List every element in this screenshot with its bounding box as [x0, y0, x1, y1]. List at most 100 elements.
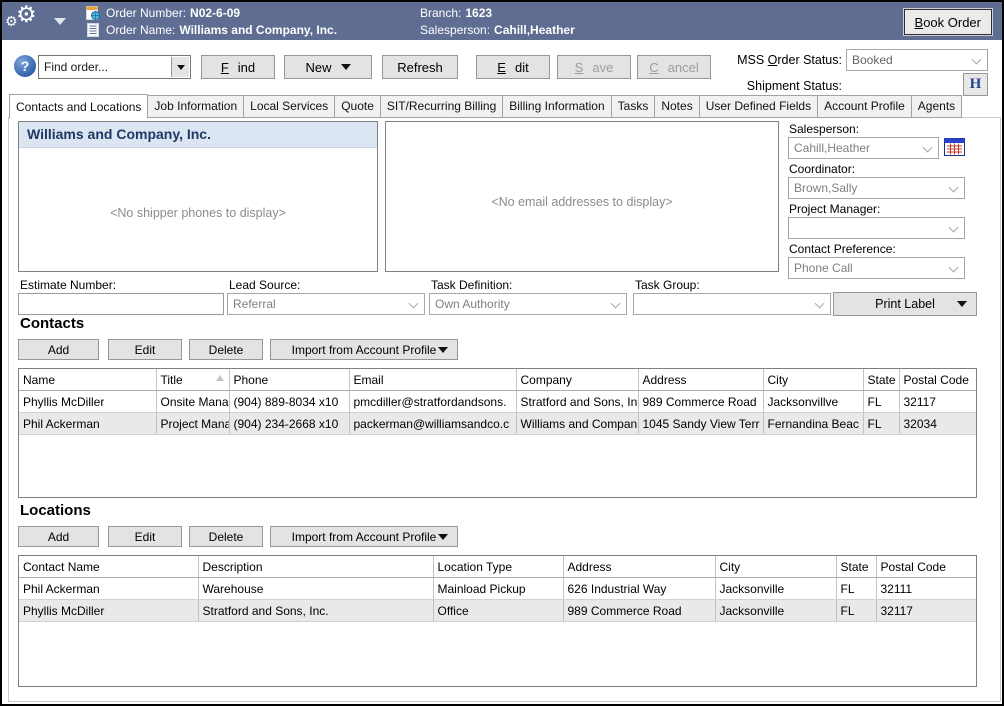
cell-address: 1045 Sandy View Terr [638, 413, 763, 435]
mss-order-status-label: MSS Order Status: [728, 53, 842, 67]
order-number-value: N02-6-09 [190, 6, 240, 20]
chevron-down-icon [972, 55, 982, 65]
new-button[interactable]: New [284, 55, 372, 79]
contacts-header-row: Name Title Phone Email Company Address C… [19, 369, 976, 391]
tab-notes[interactable]: Notes [654, 95, 699, 118]
locations-col-description[interactable]: Description [198, 556, 433, 578]
contacts-add-button[interactable]: Add [18, 339, 99, 360]
edit-button[interactable]: Edit [476, 55, 550, 79]
contacts-col-state[interactable]: State [863, 369, 899, 391]
contacts-col-title[interactable]: Title [156, 369, 229, 391]
tab-agents[interactable]: Agents [911, 95, 962, 118]
contact-preference-label: Contact Preference: [789, 242, 896, 256]
chevron-down-icon [54, 18, 66, 25]
locations-edit-button[interactable]: Edit [108, 526, 182, 547]
locations-col-location-type[interactable]: Location Type [433, 556, 563, 578]
save-button[interactable]: Save [557, 55, 631, 79]
contacts-col-postal[interactable]: Postal Code [899, 369, 976, 391]
estimate-number-input[interactable] [18, 293, 224, 315]
contacts-row-2[interactable]: Phil Ackerman Project Mana (904) 234-266… [19, 413, 976, 435]
find-button[interactable]: Find [201, 55, 275, 79]
tab-user-defined-fields[interactable]: User Defined Fields [699, 95, 818, 118]
header-bar: ⚙ ⚙ Order Number:N02-6-09 Order Name:Wil… [2, 2, 1002, 40]
salesperson-select[interactable]: Cahill,Heather [788, 137, 939, 159]
triangle-down-icon [438, 347, 448, 353]
mss-order-status-value: Booked [852, 53, 893, 67]
chevron-down-icon [949, 263, 959, 273]
cell-address: 989 Commerce Road [563, 600, 715, 622]
find-order-dropdown-button[interactable] [171, 57, 189, 77]
order-name-value: Williams and Company, Inc. [179, 23, 337, 37]
help-icon[interactable]: ? [14, 55, 36, 77]
contacts-col-title-label: Title [161, 373, 183, 387]
tab-account-profile[interactable]: Account Profile [817, 95, 912, 118]
tab-billing-information[interactable]: Billing Information [502, 95, 611, 118]
refresh-button[interactable]: Refresh [382, 55, 458, 79]
tab-contacts-and-locations[interactable]: Contacts and Locations [9, 94, 148, 119]
contacts-delete-button[interactable]: Delete [189, 339, 263, 360]
tab-tasks[interactable]: Tasks [611, 95, 656, 118]
find-order-combobox[interactable]: Find order... [38, 55, 191, 79]
tab-local-services[interactable]: Local Services [243, 95, 335, 118]
contacts-edit-button[interactable]: Edit [108, 339, 182, 360]
salesperson-value: Cahill,Heather [794, 141, 870, 155]
locations-col-city[interactable]: City [715, 556, 836, 578]
header-salesperson-value: Cahill,Heather [494, 23, 575, 37]
cell-email: pmcdiller@stratfordandsons. [349, 391, 516, 413]
locations-row-2[interactable]: Phyllis McDiller Stratford and Sons, Inc… [19, 600, 977, 622]
task-definition-select[interactable]: Own Authority [429, 293, 627, 315]
tab-sit-recurring-billing[interactable]: SIT/Recurring Billing [380, 95, 503, 118]
sort-ascending-icon [216, 375, 224, 381]
tab-strip: Contacts and Locations Job Information L… [10, 94, 962, 118]
contacts-col-name[interactable]: Name [19, 369, 156, 391]
locations-row-1[interactable]: Phil Ackerman Warehouse Mainload Pickup … [19, 578, 977, 600]
shipment-status-label: Shipment Status: [728, 79, 842, 93]
locations-col-state[interactable]: State [836, 556, 876, 578]
calendar-icon[interactable] [944, 138, 965, 159]
project-manager-select[interactable] [788, 217, 965, 239]
contact-preference-select[interactable]: Phone Call [788, 257, 965, 279]
locations-heading: Locations [20, 502, 91, 519]
locations-col-postal[interactable]: Postal Code [876, 556, 977, 578]
contacts-col-address[interactable]: Address [638, 369, 763, 391]
locations-delete-button[interactable]: Delete [189, 526, 263, 547]
book-order-button[interactable]: Book Order [904, 9, 992, 35]
contact-preference-value: Phone Call [794, 261, 853, 275]
print-label-button[interactable]: Print Label [833, 292, 977, 316]
locations-import-button[interactable]: Import from Account Profile [270, 526, 458, 547]
task-group-select[interactable] [633, 293, 831, 315]
mss-order-status-select[interactable]: Booked [846, 49, 988, 71]
chevron-down-icon [949, 223, 959, 233]
order-number-label: Order Number: [106, 6, 186, 20]
cell-state: FL [836, 578, 876, 600]
project-manager-label: Project Manager: [789, 202, 880, 216]
cell-description: Warehouse [198, 578, 433, 600]
lead-source-select[interactable]: Referral [227, 293, 425, 315]
contacts-import-button-label: Import from Account Profile [292, 343, 437, 357]
contacts-col-company[interactable]: Company [516, 369, 638, 391]
contacts-row-1[interactable]: Phyllis McDiller Onsite Manag (904) 889-… [19, 391, 976, 413]
coordinator-label: Coordinator: [789, 162, 855, 176]
coordinator-value: Brown,Sally [794, 181, 857, 195]
locations-col-contact-name[interactable]: Contact Name [19, 556, 198, 578]
locations-col-address[interactable]: Address [563, 556, 715, 578]
print-label-button-label: Print Label [875, 297, 935, 311]
contacts-col-phone[interactable]: Phone [229, 369, 349, 391]
order-number-line: Order Number: N02-6-09 [106, 5, 240, 22]
task-definition-label: Task Definition: [431, 278, 512, 292]
contacts-col-email[interactable]: Email [349, 369, 516, 391]
tab-job-information[interactable]: Job Information [147, 95, 244, 118]
cell-postal: 32117 [876, 600, 977, 622]
shipment-history-button[interactable]: H [963, 73, 988, 96]
locations-add-button[interactable]: Add [18, 526, 99, 547]
cell-state: FL [836, 600, 876, 622]
coordinator-select[interactable]: Brown,Sally [788, 177, 965, 199]
app-menu-button[interactable]: ⚙ ⚙ [2, 2, 48, 40]
branch-value: 1623 [465, 6, 492, 20]
cancel-button[interactable]: Cancel [637, 55, 711, 79]
contacts-col-city[interactable]: City [763, 369, 863, 391]
tab-quote[interactable]: Quote [334, 95, 381, 118]
cell-city: Jacksonvillve [763, 391, 863, 413]
lead-source-label: Lead Source: [229, 278, 300, 292]
contacts-import-button[interactable]: Import from Account Profile [270, 339, 458, 360]
